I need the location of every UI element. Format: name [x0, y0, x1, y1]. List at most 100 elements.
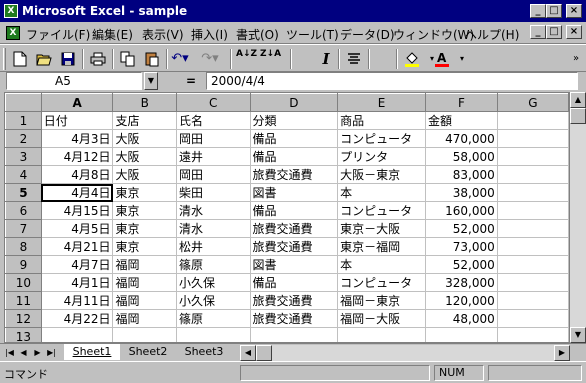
row-header[interactable]: 6	[5, 201, 42, 220]
cell[interactable]: 福岡	[112, 273, 177, 292]
cell[interactable]: 本	[337, 183, 427, 202]
font-color-dropdown-icon[interactable]: ▾	[452, 49, 472, 69]
cell[interactable]	[112, 327, 177, 342]
cell[interactable]: 大阪	[112, 165, 177, 184]
select-all-corner[interactable]	[5, 93, 42, 112]
cell[interactable]: 清水	[175, 201, 251, 220]
row-header[interactable]: 2	[5, 129, 42, 148]
cell[interactable]: 58,000	[425, 147, 498, 166]
menu-view[interactable]: 表示(V)	[142, 26, 184, 43]
cell[interactable]	[496, 237, 569, 256]
cell[interactable]: 大阪	[112, 129, 177, 148]
cell[interactable]: 328,000	[425, 273, 498, 292]
save-icon[interactable]	[58, 49, 78, 69]
cell[interactable]	[496, 309, 569, 328]
scroll-up-icon[interactable]: ▲	[570, 92, 586, 108]
row-header[interactable]: 13	[5, 327, 42, 342]
cell[interactable]: 小久保	[175, 291, 251, 310]
open-icon[interactable]	[34, 49, 54, 69]
menu-tools[interactable]: ツール(T)	[286, 26, 339, 43]
cell[interactable]: 4月4日	[40, 183, 114, 202]
cell[interactable]: コンピュータ	[337, 129, 427, 148]
tab-sheet1[interactable]: Sheet1	[64, 344, 120, 360]
cell[interactable]: 福岡－大阪	[337, 309, 427, 328]
cell[interactable]	[496, 255, 569, 274]
cell[interactable]	[175, 327, 251, 342]
cell[interactable]: 52,000	[425, 255, 498, 274]
minimize-button[interactable]: _	[530, 4, 546, 18]
fill-color-icon[interactable]	[402, 49, 422, 69]
redo-icon[interactable]: ↷▾	[200, 49, 220, 69]
chevron-down-icon[interactable]: ▼	[144, 72, 158, 90]
cell[interactable]: 篠原	[175, 255, 251, 274]
vertical-scrollbar[interactable]: ▲ ▼	[570, 92, 586, 343]
cell[interactable]: 備品	[249, 147, 339, 166]
cell[interactable]: 東京	[112, 183, 177, 202]
cell[interactable]: 福岡	[112, 291, 177, 310]
cell[interactable]: 岡田	[175, 129, 251, 148]
cell[interactable]: 4月5日	[40, 219, 114, 238]
cell[interactable]: 4月12日	[40, 147, 114, 166]
cell[interactable]: 東京	[112, 219, 177, 238]
menu-data[interactable]: データ(D)	[340, 26, 395, 43]
cell[interactable]: 東京	[112, 201, 177, 220]
row-header[interactable]: 8	[5, 237, 42, 256]
prev-sheet-icon[interactable]: ◀	[18, 346, 29, 359]
cell[interactable]	[496, 219, 569, 238]
row-header[interactable]: 11	[5, 291, 42, 310]
cell[interactable]: 商品	[337, 111, 427, 130]
toolbar-more-icon[interactable]: »	[566, 49, 586, 69]
maximize-button[interactable]: □	[546, 4, 562, 18]
formula-input[interactable]: 2000/4/4	[206, 72, 578, 90]
hscroll-thumb[interactable]	[256, 345, 272, 361]
print-icon[interactable]	[88, 49, 108, 69]
column-header-f[interactable]: F	[425, 93, 498, 112]
cell[interactable]: 東京	[112, 237, 177, 256]
cell[interactable]: 小久保	[175, 273, 251, 292]
row-header[interactable]: 9	[5, 255, 42, 274]
workbook-icon[interactable]: X	[6, 26, 20, 40]
row-header[interactable]: 12	[5, 309, 42, 328]
cell[interactable]: 旅費交通費	[249, 291, 339, 310]
tab-sheet3[interactable]: Sheet3	[176, 344, 232, 360]
cell[interactable]: 旅費交通費	[249, 165, 339, 184]
menu-help[interactable]: ヘルプ(H)	[465, 26, 519, 43]
cell[interactable]: 83,000	[425, 165, 498, 184]
cell[interactable]: 氏名	[175, 111, 251, 130]
column-header-g[interactable]: G	[496, 93, 569, 112]
cell[interactable]: 160,000	[425, 201, 498, 220]
cell[interactable]	[249, 327, 339, 342]
cell[interactable]: 東京－福岡	[337, 237, 427, 256]
cell[interactable]: 4月22日	[40, 309, 114, 328]
scroll-thumb[interactable]	[570, 108, 586, 124]
cell[interactable]	[496, 111, 569, 130]
cell[interactable]	[425, 327, 498, 342]
column-header-e[interactable]: E	[337, 93, 427, 112]
column-header-b[interactable]: B	[112, 93, 177, 112]
sort-asc-icon[interactable]: A↓Z	[236, 49, 257, 69]
cell[interactable]: 本	[337, 255, 427, 274]
sort-desc-icon[interactable]: Z↓A	[260, 49, 281, 69]
cell[interactable]: 120,000	[425, 291, 498, 310]
cell[interactable]: 470,000	[425, 129, 498, 148]
column-header-d[interactable]: D	[249, 93, 339, 112]
last-sheet-icon[interactable]: ▶|	[46, 346, 57, 359]
scroll-down-icon[interactable]: ▼	[570, 327, 586, 343]
cell[interactable]: 清水	[175, 219, 251, 238]
cell[interactable]	[337, 327, 427, 342]
cell[interactable]: 4月8日	[40, 165, 114, 184]
cell[interactable]: 4月15日	[40, 201, 114, 220]
doc-restore-button[interactable]: □	[546, 25, 562, 39]
cell[interactable]	[496, 291, 569, 310]
cell[interactable]: 4月7日	[40, 255, 114, 274]
cell[interactable]: 48,000	[425, 309, 498, 328]
cell[interactable]: 日付	[40, 111, 114, 130]
menu-window[interactable]: ウィンドウ(W)	[393, 26, 474, 43]
cell[interactable]: 旅費交通費	[249, 219, 339, 238]
next-sheet-icon[interactable]: ▶	[32, 346, 43, 359]
row-header[interactable]: 7	[5, 219, 42, 238]
cell[interactable]	[496, 165, 569, 184]
doc-close-button[interactable]: ×	[566, 25, 582, 39]
cell[interactable]: 52,000	[425, 219, 498, 238]
cell[interactable]	[496, 147, 569, 166]
